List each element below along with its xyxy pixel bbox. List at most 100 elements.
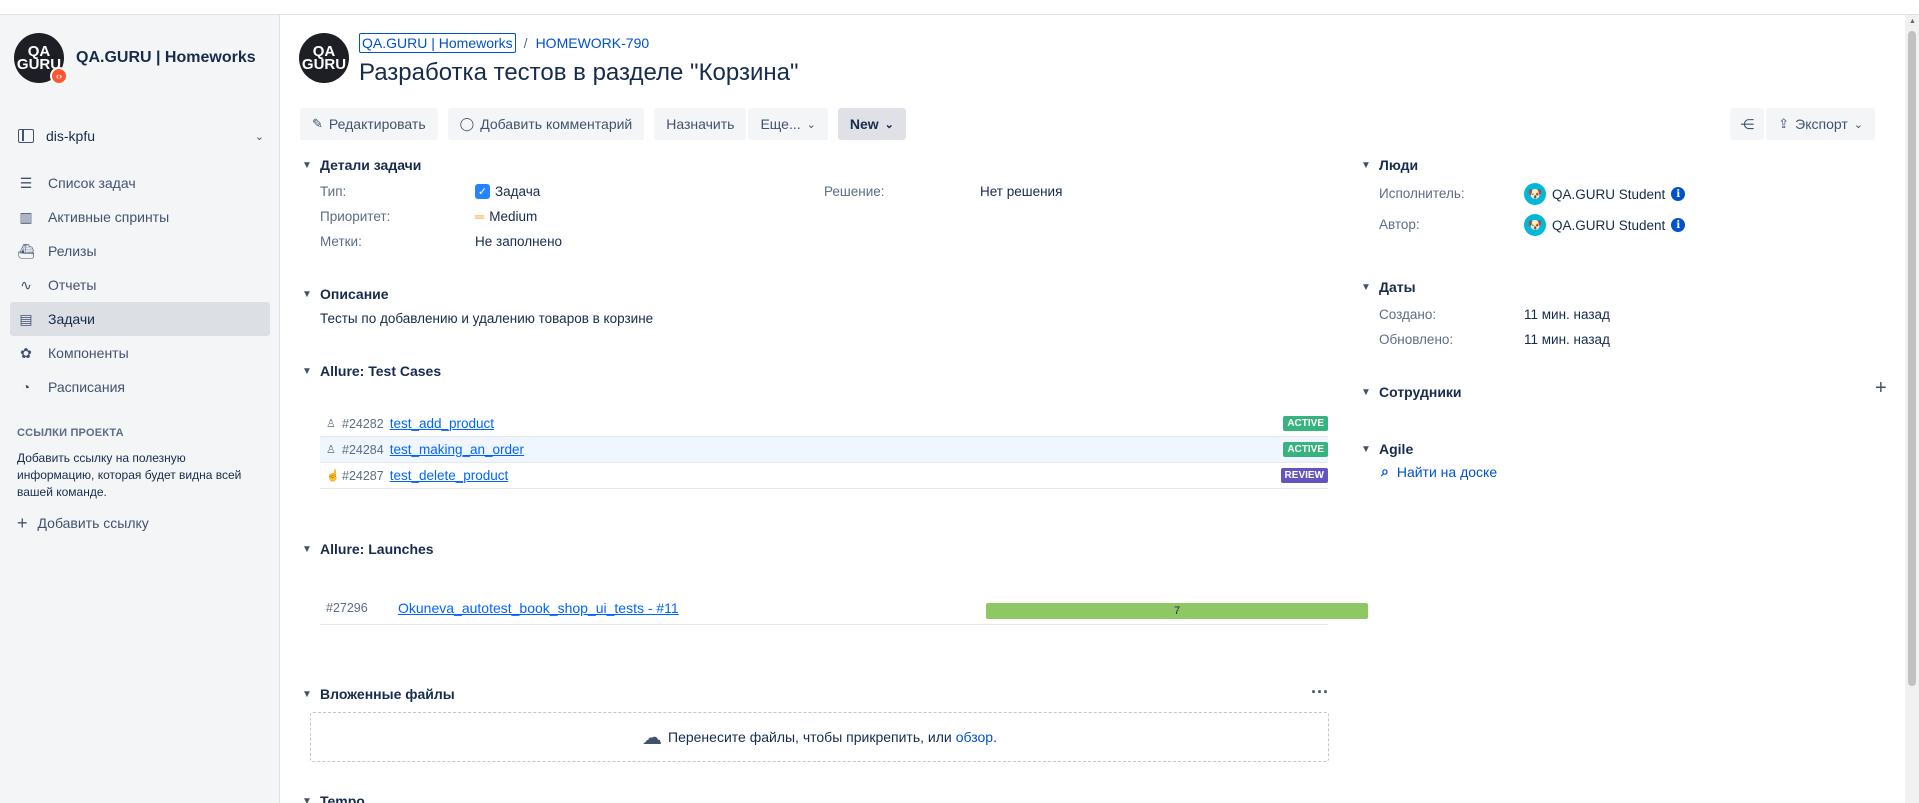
resolution-value: Нет решения [980, 184, 1063, 199]
share-icon: ⋲ [1740, 115, 1755, 132]
browse-link[interactable]: обзор [956, 729, 993, 745]
sidebar-item-reports[interactable]: ∿ Отчеты [10, 268, 270, 302]
priority-medium-icon: ═ [475, 209, 484, 224]
sidebar: QA GURU ‹› QA.GURU | Homeworks dis-kpfu … [0, 15, 280, 803]
project-links-title: ССЫЛКИ ПРОЕКТА [17, 427, 124, 439]
export-button[interactable]: ⇪ Экспорт ⌄ [1766, 108, 1875, 140]
description-section-title: Описание [320, 286, 389, 302]
sidebar-item-schedules[interactable]: ◔ Расписания [10, 370, 270, 404]
pencil-icon: ✎ [312, 116, 323, 131]
reporter-name: QA.GURU Student [1552, 217, 1666, 233]
type-value-text: Задача [495, 184, 541, 199]
employees-section-toggle[interactable]: ▼ Сотрудники [1361, 384, 1462, 400]
details-section-toggle[interactable]: ▼ Детали задачи [302, 157, 421, 173]
sidebar-item-releases[interactable]: ⛴ Релизы [10, 234, 270, 268]
reporter-label: Автор: [1379, 217, 1420, 232]
agile-section-title: Agile [1379, 441, 1414, 457]
board-selector[interactable]: dis-kpfu ⌄ [18, 128, 264, 144]
add-link-button[interactable]: + Добавить ссылку [17, 514, 149, 532]
info-icon[interactable]: i [1671, 218, 1686, 232]
launch-link[interactable]: Okuneva_autotest_book_shop_ui_tests - #1… [398, 600, 679, 616]
chevron-down-icon: ▼ [302, 543, 312, 555]
scroll-up-icon[interactable]: ▲ [1909, 18, 1916, 25]
launch-id: #27296 [326, 601, 368, 615]
test-case-link[interactable]: test_add_product [390, 416, 494, 431]
more-label: Еще... [760, 116, 801, 132]
project-avatar[interactable]: QA GURU [299, 33, 349, 83]
hand-icon: ☝ [326, 470, 340, 482]
test-case-id: #24282 [342, 416, 384, 431]
search-icon: ⌕ [1381, 463, 1389, 479]
sidebar-item-issues[interactable]: ▤ Задачи [10, 302, 270, 336]
person-icon: ♙ [326, 418, 336, 430]
share-button[interactable]: ⋲ [1730, 108, 1765, 140]
status-button[interactable]: New ⌄ [837, 108, 906, 140]
test-case-link[interactable]: test_making_an_order [390, 442, 524, 457]
issue-title[interactable]: Разработка тестов в разделе "Корзина" [359, 59, 799, 87]
sidebar-nav: ☰ Список задач ▥ Активные спринты ⛴ Рели… [10, 166, 270, 404]
issue-view: QA GURU QA.GURU | Homeworks / HOMEWORK-7… [281, 15, 1901, 803]
dates-section-toggle[interactable]: ▼ Даты [1361, 279, 1416, 295]
labels-label: Метки: [320, 234, 362, 249]
labels-value[interactable]: Не заполнено [475, 234, 562, 249]
priority-label: Приоритет: [320, 209, 391, 224]
assignee-value[interactable]: 🐶 QA.GURU Student i [1524, 183, 1686, 205]
info-icon[interactable]: i [1671, 187, 1686, 201]
chevron-down-icon: ⌄ [1853, 118, 1863, 131]
breadcrumb-separator: / [523, 35, 528, 51]
priority-value-text: Medium [489, 209, 538, 224]
resolution-label: Решение: [824, 184, 885, 199]
sidebar-item-backlog[interactable]: ☰ Список задач [10, 166, 270, 200]
find-on-board-link[interactable]: ⌕ Найти на доске [1381, 463, 1497, 480]
dates-section-title: Даты [1379, 279, 1416, 295]
chevron-down-icon: ▼ [302, 365, 312, 377]
people-section-title: Люди [1379, 157, 1419, 173]
assignee-name: QA.GURU Student [1552, 186, 1666, 202]
scrollbar-thumb[interactable] [1908, 31, 1916, 686]
page-scrollbar[interactable]: ▲ [1905, 15, 1919, 803]
more-button[interactable]: Еще... ⌄ [748, 108, 828, 140]
launches-section-toggle[interactable]: ▼ Allure: Launches [302, 541, 434, 557]
ship-icon: ⛴ [17, 242, 35, 259]
more-options-icon[interactable]: ··· [1311, 683, 1329, 701]
dropzone-text: Перенесите файлы, чтобы прикрепить, или [668, 729, 952, 745]
description-text[interactable]: Тесты по добавлению и удалению товаров в… [320, 311, 653, 326]
add-comment-button[interactable]: ◯ Добавить комментарий [447, 108, 645, 140]
edit-button[interactable]: ✎ Редактировать [300, 108, 438, 140]
launch-row: #27296 Okuneva_autotest_book_shop_ui_tes… [320, 592, 1368, 625]
attachments-section-title: Вложенные файлы [320, 686, 455, 702]
attachment-dropzone[interactable]: ☁ Перенесите файлы, чтобы прикрепить, ил… [310, 712, 1329, 762]
test-case-link[interactable]: test_delete_product [390, 468, 509, 483]
sidebar-item-label: Отчеты [48, 277, 97, 293]
table-row: ☝ #24287 test_delete_product REVIEW [320, 463, 1328, 489]
edit-button-label: Редактировать [328, 116, 426, 132]
test-cases-section-toggle[interactable]: ▼ Allure: Test Cases [302, 363, 441, 379]
assign-button[interactable]: Назначить [654, 108, 747, 140]
chevron-down-icon: ▼ [302, 159, 312, 171]
type-label: Тип: [320, 184, 347, 199]
project-links-description: Добавить ссылку на полезную информацию, … [17, 451, 242, 499]
add-employee-icon[interactable]: + [1875, 377, 1887, 400]
chevron-down-icon: ⌄ [254, 130, 264, 143]
breadcrumb-project-link[interactable]: QA.GURU | Homeworks [359, 33, 516, 53]
description-section-toggle[interactable]: ▼ Описание [302, 286, 389, 302]
updated-value: 11 мин. назад [1524, 332, 1610, 347]
add-comment-label: Добавить комментарий [480, 116, 633, 132]
priority-value[interactable]: ═ Medium [475, 209, 537, 224]
attachments-section-toggle[interactable]: ▼ Вложенные файлы [302, 686, 455, 702]
project-header[interactable]: QA GURU ‹› QA.GURU | Homeworks [14, 33, 256, 85]
project-name: QA.GURU | Homeworks [76, 49, 256, 66]
sidebar-item-label: Компоненты [48, 345, 129, 361]
reporter-value[interactable]: 🐶 QA.GURU Student i [1524, 214, 1686, 236]
chevron-down-icon: ▼ [302, 688, 312, 700]
board-icon [18, 129, 34, 143]
created-value: 11 мин. назад [1524, 307, 1610, 322]
agile-section-toggle[interactable]: ▼ Agile [1361, 441, 1413, 457]
tempo-section-toggle[interactable]: ▼ Tempo [302, 793, 365, 803]
sidebar-item-components[interactable]: ✿ Компоненты [10, 336, 270, 370]
chevron-down-icon: ▼ [1361, 443, 1371, 455]
breadcrumb-issue-key[interactable]: HOMEWORK-790 [536, 35, 650, 51]
people-section-toggle[interactable]: ▼ Люди [1361, 157, 1418, 173]
browser-top-strip [0, 0, 1919, 15]
sidebar-item-active-sprints[interactable]: ▥ Активные спринты [10, 200, 270, 234]
